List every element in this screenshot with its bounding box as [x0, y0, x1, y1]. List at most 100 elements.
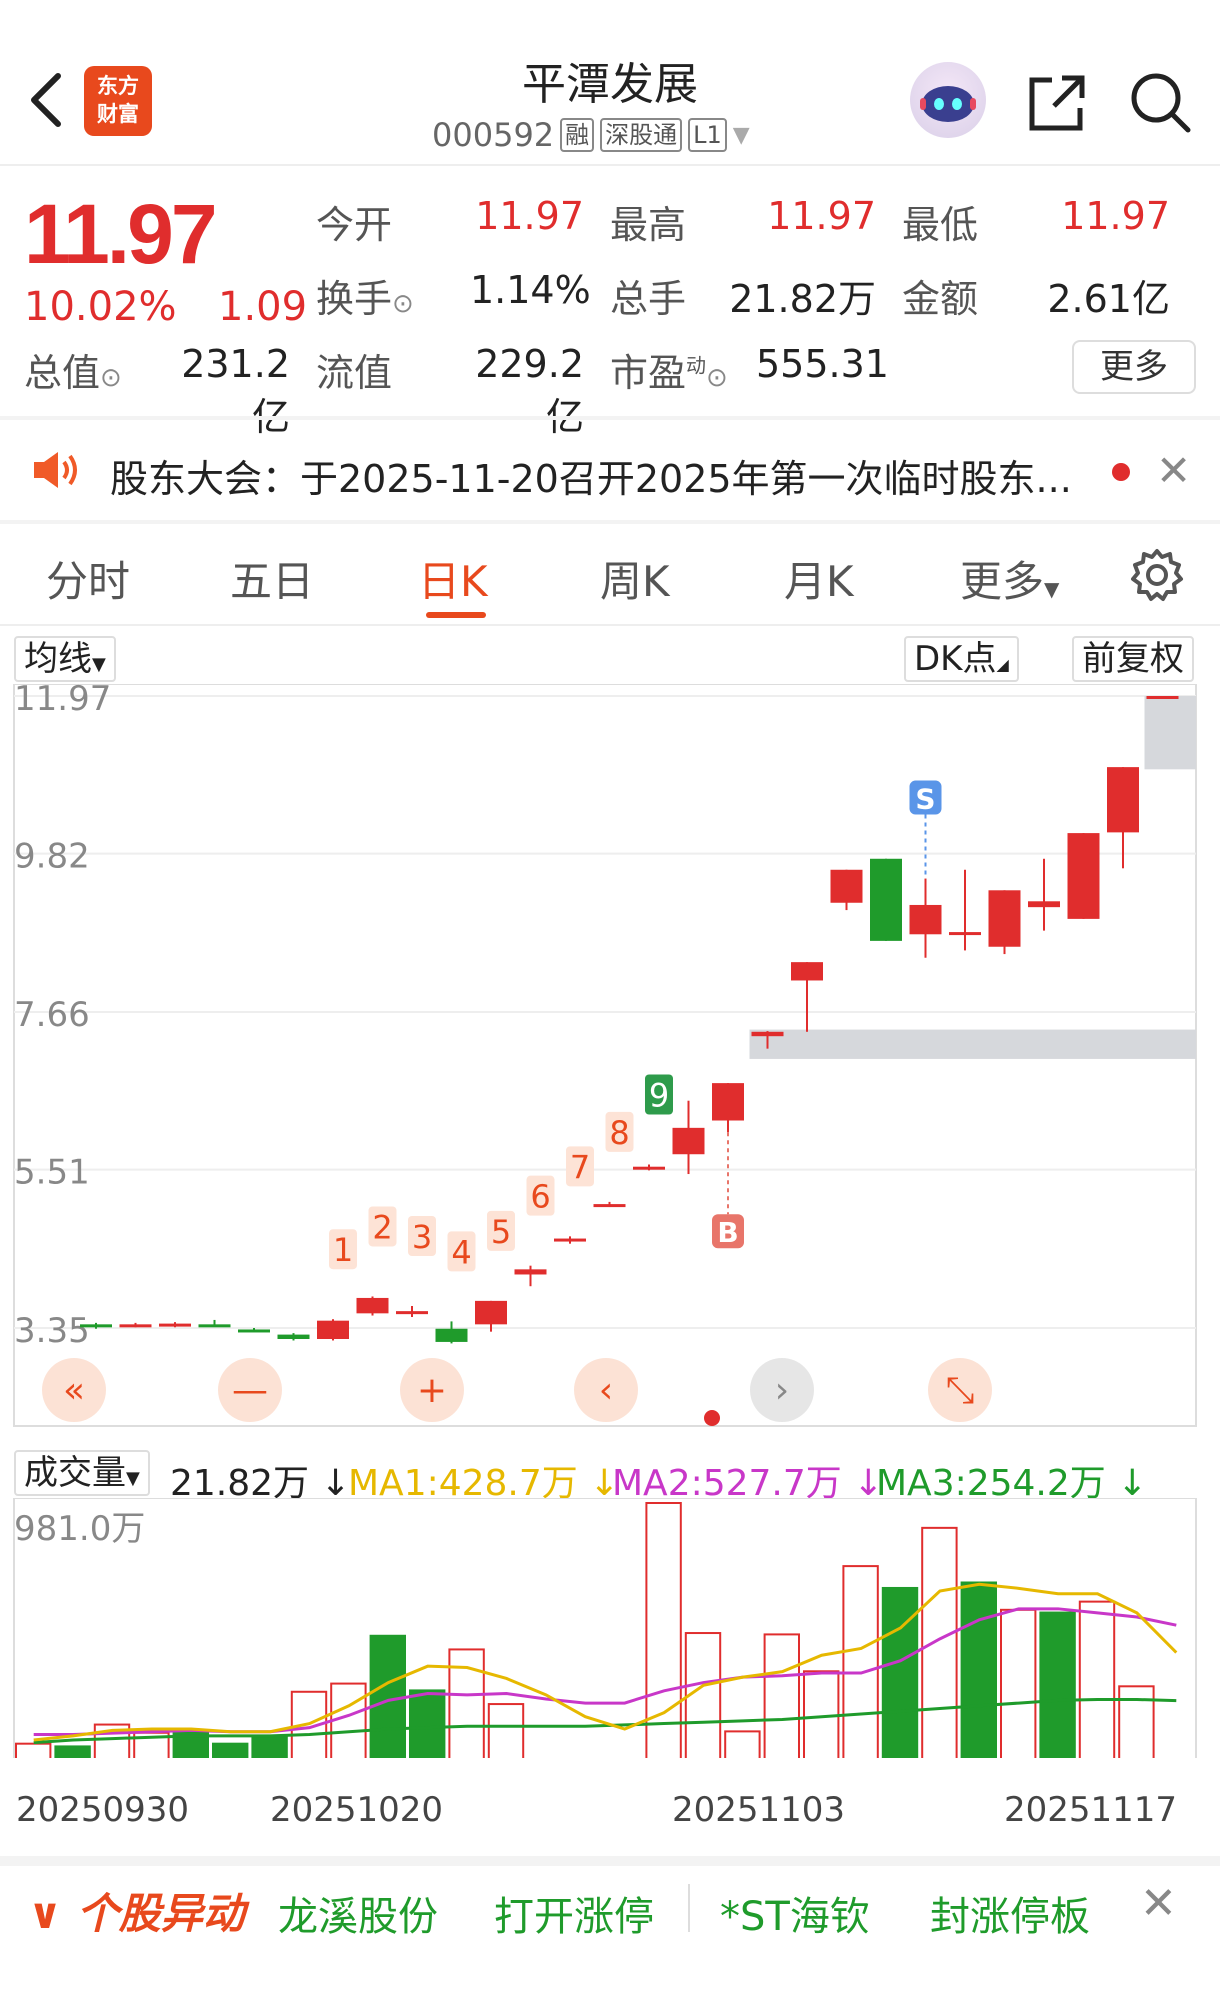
sell-marker-label: S	[915, 783, 935, 816]
candle-body	[791, 962, 823, 981]
volume-indicator-selector[interactable]: 成交量▼	[14, 1450, 150, 1496]
value-low: 11.97	[1061, 194, 1170, 238]
zoom-out-button[interactable]: —	[218, 1358, 282, 1422]
date-label: 20251020	[270, 1790, 444, 1830]
scroll-left-button[interactable]: ‹	[574, 1358, 638, 1422]
ticker-item[interactable]: 龙溪股份	[278, 1884, 438, 1942]
volume-bar	[369, 1634, 406, 1758]
notice-text[interactable]: 股东大会：于2025-11-20召开2025年第一次临时股东...	[110, 448, 1070, 503]
gear-icon[interactable]	[1130, 548, 1184, 602]
y-axis-label: 7.66	[14, 995, 90, 1035]
label-amount: 金额	[902, 277, 979, 321]
ma-selector[interactable]: 均线▼	[14, 636, 116, 682]
back-icon[interactable]	[22, 70, 72, 130]
candle-body	[238, 1329, 270, 1333]
more-quote-button[interactable]: 更多	[1072, 340, 1196, 394]
caret-down-icon: ▼	[126, 1468, 140, 1489]
label-low: 最低	[902, 203, 979, 247]
volume-bar	[487, 1703, 525, 1758]
label-volume: 总手	[610, 277, 687, 321]
tab-intraday[interactable]: 分时	[46, 548, 130, 609]
candle-body	[751, 1031, 784, 1037]
stock-code: 000592	[432, 116, 555, 154]
stock-name: 平潭发展	[522, 59, 698, 110]
tag-connect: 深股通	[600, 118, 683, 152]
count-label: 4	[451, 1233, 471, 1271]
caret-down-icon: ▼	[92, 654, 106, 675]
y-axis-label: 5.51	[14, 1153, 90, 1193]
buy-marker-label: B	[717, 1216, 738, 1249]
ticker-item[interactable]: 打开涨停	[494, 1884, 654, 1942]
volume-bar	[15, 1742, 52, 1758]
control-icon: «	[63, 1370, 85, 1411]
count-label: 9	[649, 1077, 669, 1115]
label-open: 今开	[316, 203, 393, 247]
candle-body	[949, 932, 981, 936]
stock-subtitle[interactable]: 000592 融 深股通 L1 ▼	[432, 116, 832, 154]
app-logo[interactable]: 东方 财富	[84, 66, 152, 136]
label-turnover[interactable]: 换手⊙	[316, 268, 414, 323]
count-label: 5	[491, 1213, 511, 1251]
close-icon[interactable]: ✕	[1156, 446, 1191, 495]
close-icon[interactable]: ✕	[1140, 1878, 1177, 1929]
label-float-cap: 流值	[316, 351, 393, 395]
candle-body	[712, 1083, 744, 1121]
chevron-down-icon: ▼	[732, 122, 750, 148]
label-pe[interactable]: 市盈动⊙	[610, 342, 728, 397]
chevron-down-icon: ∨	[28, 1889, 63, 1938]
tab-daily-k[interactable]: 日K	[418, 548, 488, 609]
control-icon: ‹	[599, 1370, 613, 1411]
scroll-right-button[interactable]: ›	[750, 1358, 814, 1422]
tag-level: L1	[688, 118, 727, 152]
dk-point-button[interactable]: DK点◢	[904, 636, 1019, 682]
info-icon: ⊙	[392, 289, 414, 319]
candle-body	[1067, 833, 1100, 919]
y-axis-label: 9.82	[14, 837, 90, 877]
candle-body	[80, 1324, 112, 1328]
candle-body	[1146, 696, 1179, 699]
share-icon[interactable]	[1026, 72, 1088, 134]
adjust-selector[interactable]: 前复权	[1072, 636, 1194, 682]
candle-body	[1028, 901, 1060, 908]
logo-text: 东方 财富	[97, 74, 139, 126]
candle-body	[356, 1297, 389, 1314]
volume-bar	[251, 1735, 288, 1758]
candle-body	[317, 1320, 349, 1339]
change-percent: 10.02%	[24, 284, 177, 330]
scroll-start-button[interactable]: «	[42, 1358, 106, 1422]
count-label: 1	[333, 1231, 353, 1269]
tab-monthly-k[interactable]: 月K	[784, 548, 854, 609]
fullscreen-button[interactable]: ⤡	[928, 1358, 992, 1422]
zoom-in-button[interactable]: +	[400, 1358, 464, 1422]
label-market-cap[interactable]: 总值⊙	[24, 342, 122, 397]
volume-bar	[645, 1502, 682, 1758]
candle-body	[198, 1324, 231, 1328]
volume-bar	[960, 1581, 997, 1758]
ticker-item[interactable]: *ST海钦	[720, 1884, 870, 1942]
count-label: 3	[412, 1218, 432, 1256]
tab-five-day[interactable]: 五日	[230, 548, 314, 609]
tab-weekly-k[interactable]: 周K	[600, 548, 670, 609]
volume-chart[interactable]: 981.0万	[0, 1498, 1220, 1758]
kline-chart[interactable]: 11.97 9.82 7.66 5.51 3.35 12 3 456789 S B « — + ‹ › ⤡	[0, 684, 1220, 1444]
candle-body	[830, 869, 863, 903]
speaker-icon	[30, 448, 80, 496]
divider	[0, 164, 1220, 166]
tab-more[interactable]: 更多▼	[960, 548, 1059, 609]
tag-margin: 融	[560, 118, 595, 152]
volume-bar	[1039, 1611, 1076, 1758]
candle-body	[396, 1311, 428, 1315]
search-icon[interactable]	[1128, 70, 1192, 134]
candle-body	[277, 1334, 310, 1339]
price-gap	[1144, 696, 1196, 770]
count-label: 6	[530, 1178, 550, 1216]
divider	[0, 520, 1220, 524]
control-icon: +	[417, 1370, 447, 1411]
ticker-item[interactable]: 封涨停板	[930, 1884, 1090, 1942]
date-label: 20250930	[16, 1790, 190, 1830]
candle-body	[514, 1269, 547, 1275]
price-gap	[749, 1029, 1196, 1059]
assistant-robot-icon[interactable]	[910, 62, 986, 138]
volume-bar	[1000, 1608, 1037, 1758]
candle-body	[119, 1324, 152, 1328]
